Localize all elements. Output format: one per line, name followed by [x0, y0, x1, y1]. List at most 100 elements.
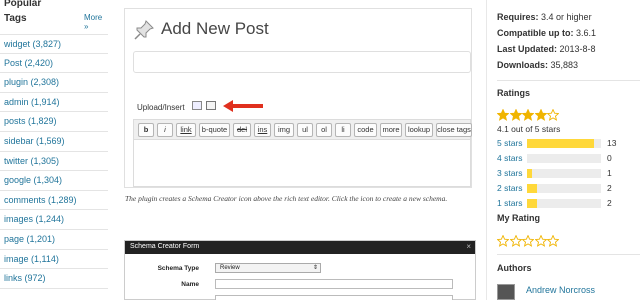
requires-row: Requires: 3.4 or higher — [497, 12, 592, 22]
tag-link[interactable]: image (1,114) — [0, 250, 108, 270]
rating-row-label[interactable]: 3 stars — [497, 168, 523, 178]
star-filled-icon — [533, 108, 548, 121]
rating-bar — [527, 184, 601, 193]
star-empty-icon[interactable] — [546, 234, 560, 247]
star-empty-icon[interactable] — [533, 234, 548, 247]
more-link-label[interactable]: More — [84, 13, 102, 22]
close-tags-button[interactable]: close tags — [436, 123, 472, 137]
rating-bar-fill — [527, 184, 538, 193]
rating-bar-fill — [527, 199, 538, 208]
blockquote-button[interactable]: b-quote — [199, 123, 230, 137]
rating-row-count: 0 — [607, 153, 612, 163]
star-filled-icon — [496, 108, 510, 121]
schema-creator-icon[interactable] — [206, 101, 216, 110]
rating-row-count: 1 — [607, 168, 612, 178]
post-title-input[interactable] — [133, 51, 471, 73]
tag-link[interactable]: images (1,244) — [0, 210, 108, 230]
post-content-editor[interactable] — [133, 139, 471, 187]
avatar[interactable] — [497, 284, 515, 300]
downloads-value: 35,883 — [550, 60, 579, 70]
chevron-updown-icon: ⇕ — [312, 265, 318, 271]
rating-row-label[interactable]: 1 stars — [497, 198, 523, 208]
quicktags-toolbar: b i link b-quote del ins img ul ol li co… — [133, 119, 472, 139]
average-rating-text: 4.1 out of 5 stars — [497, 124, 561, 134]
tag-link[interactable]: widget (3,827) — [0, 34, 108, 54]
compatible-value: 3.6.1 — [576, 28, 597, 38]
schema-type-label: Schema Type — [157, 265, 199, 272]
downloads-label: Downloads: — [497, 60, 548, 70]
li-button[interactable]: li — [335, 123, 351, 137]
tag-link[interactable]: plugin (2,308) — [0, 73, 108, 93]
authors-heading: Authors — [497, 263, 532, 273]
more-tags-link[interactable]: More » — [84, 13, 108, 31]
code-button[interactable]: code — [354, 123, 377, 137]
rating-bar — [527, 169, 601, 178]
rating-row[interactable]: 1 stars 2 — [497, 197, 640, 209]
close-icon[interactable]: × — [466, 242, 471, 251]
star-filled-icon — [521, 108, 535, 121]
popular-label: Popular — [4, 0, 42, 9]
rating-row[interactable]: 5 stars 13 — [497, 137, 640, 149]
name-input[interactable] — [215, 279, 453, 289]
tag-link[interactable]: google (1,304) — [0, 171, 108, 191]
dialog-title: Schema Creator Form — [130, 243, 200, 250]
more-button[interactable]: more — [380, 123, 402, 137]
rating-row[interactable]: 3 stars 1 — [497, 167, 640, 179]
name-label: Name — [181, 281, 199, 288]
schema-creator-dialog: Schema Creator Form × Schema Type Review… — [124, 240, 476, 300]
rating-row-label[interactable]: 4 stars — [497, 153, 523, 163]
rating-bar-fill — [527, 139, 594, 148]
tag-link[interactable]: twitter (1,305) — [0, 152, 108, 172]
tag-link[interactable]: comments (1,289) — [0, 191, 108, 211]
tags-heading: Tags — [4, 13, 27, 24]
divider — [497, 80, 640, 81]
downloads-row: Downloads: 35,883 — [497, 60, 578, 70]
tag-link[interactable]: posts (1,829) — [0, 112, 108, 132]
tag-link[interactable]: admin (1,914) — [0, 93, 108, 113]
divider — [486, 0, 487, 300]
add-media-icon[interactable] — [192, 101, 202, 110]
plugin-screenshot-editor: Add New Post Upload/Insert b i link b-qu… — [124, 8, 472, 188]
my-rating-heading: My Rating — [497, 213, 541, 223]
tag-link[interactable]: sidebar (1,569) — [0, 132, 108, 152]
tag-link[interactable]: links (972) — [0, 269, 108, 289]
rating-row-count: 13 — [607, 138, 617, 148]
last-updated-row: Last Updated: 2013-8-8 — [497, 44, 596, 54]
bold-button[interactable]: b — [138, 123, 154, 137]
tag-link[interactable]: Post (2,420) — [0, 54, 108, 74]
star-empty-icon — [546, 108, 560, 121]
lookup-button[interactable]: lookup — [405, 123, 433, 137]
left-sidebar: Popular Tags More » widget (3,827) Post … — [0, 0, 108, 300]
rating-row-label[interactable]: 2 stars — [497, 183, 523, 193]
compatible-label: Compatible up to: — [497, 28, 574, 38]
ul-button[interactable]: ul — [297, 123, 313, 137]
star-empty-icon[interactable] — [496, 234, 510, 247]
tag-link[interactable]: page (1,201) — [0, 230, 108, 250]
schema-type-value: Review — [220, 265, 240, 271]
star-empty-icon[interactable] — [521, 234, 535, 247]
ins-button[interactable]: ins — [254, 123, 271, 137]
last-updated-label: Last Updated: — [497, 44, 558, 54]
rating-bar — [527, 154, 601, 163]
next-field-input[interactable] — [215, 295, 453, 300]
del-button[interactable]: del — [233, 123, 251, 137]
star-empty-icon[interactable] — [508, 234, 523, 247]
img-button[interactable]: img — [274, 123, 294, 137]
rating-row[interactable]: 2 stars 2 — [497, 182, 640, 194]
rating-row-label[interactable]: 5 stars — [497, 138, 523, 148]
upload-insert-label: Upload/Insert — [137, 103, 185, 112]
rating-row-count: 2 — [607, 198, 612, 208]
pushpin-icon — [134, 20, 154, 40]
author-link[interactable]: Andrew Norcross — [526, 285, 595, 295]
rating-row-count: 2 — [607, 183, 612, 193]
ol-button[interactable]: ol — [316, 123, 332, 137]
tag-list: widget (3,827) Post (2,420) plugin (2,30… — [0, 34, 108, 289]
compatible-row: Compatible up to: 3.6.1 — [497, 28, 596, 38]
italic-button[interactable]: i — [157, 123, 173, 137]
link-button[interactable]: link — [176, 123, 196, 137]
last-updated-value: 2013-8-8 — [559, 44, 596, 54]
rating-row[interactable]: 4 stars 0 — [497, 152, 640, 164]
plugin-info-sidebar: Requires: 3.4 or higher Compatible up to… — [486, 0, 640, 300]
my-rating-stars[interactable] — [496, 234, 560, 248]
schema-type-select[interactable]: Review ⇕ — [215, 263, 321, 273]
